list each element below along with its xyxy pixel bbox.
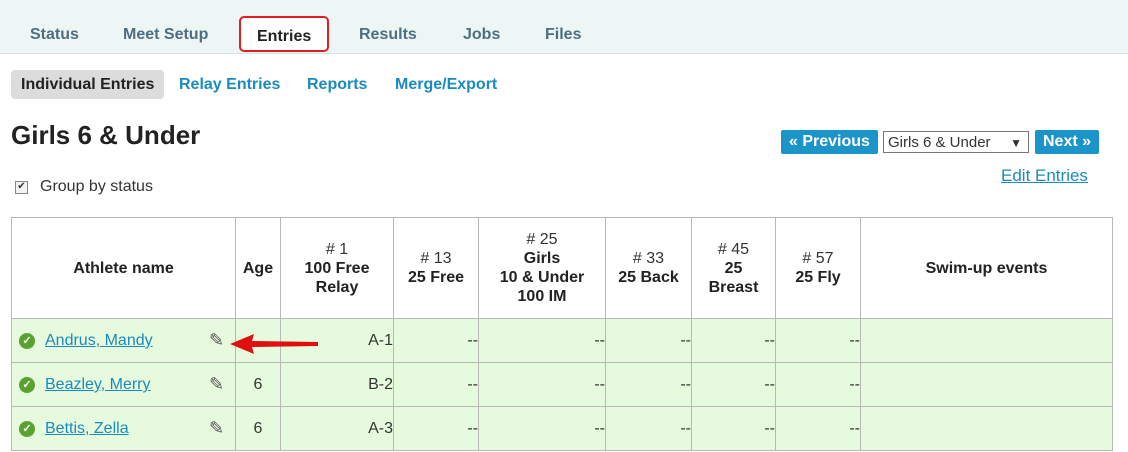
top-nav: Status Meet Setup Entries Results Jobs F… [0,0,1128,54]
event-header: # 1 100 Free Relay [280,217,394,319]
event-name-line: 100 IM [517,288,567,305]
event-header: # 45 25 Breast [691,217,776,319]
athlete-cell: ✓ Bettis, Zella ✎ [11,406,236,451]
tab-status[interactable]: Status [30,26,79,44]
entry-cell-entered[interactable]: -- [605,406,692,451]
swim-up-cell[interactable] [860,362,1113,407]
event-name-line: Breast [708,278,759,296]
check-circle-icon: ✓ [19,421,35,437]
athlete-name-link[interactable]: Andrus, Mandy [45,332,153,350]
swim-up-cell[interactable] [860,318,1113,363]
division-select[interactable]: Girls 6 & Under ▼ [883,131,1029,153]
event-name-line: 25 [724,259,743,277]
athlete-name-header[interactable]: Athlete name [11,217,236,319]
athlete-name-link[interactable]: Beazley, Merry [45,376,151,394]
entry-cell-entered[interactable]: -- [393,362,479,407]
athlete-cell: ✓ Andrus, Mandy ✎ [11,318,236,363]
next-button[interactable]: Next » [1035,130,1100,154]
event-name-line: 10 & Under [499,269,585,286]
event-name-line: Girls [523,250,561,267]
event-number: # 33 [632,250,665,267]
event-header: # 25 Girls 10 & Under 100 IM [478,217,606,319]
event-name-line: 100 Free [304,259,370,277]
check-circle-icon: ✓ [19,377,35,393]
event-number: # 1 [325,240,349,258]
event-header: # 13 25 Free [393,217,479,319]
subtab-individual-entries[interactable]: Individual Entries [11,70,165,99]
tab-results[interactable]: Results [359,26,417,44]
dropdown-arrow-icon: ▼ [1010,136,1022,150]
event-header: # 57 25 Fly [775,217,861,319]
group-by-status-label: Group by status [40,178,153,195]
tab-meet-setup[interactable]: Meet Setup [123,26,208,44]
event-number: # 13 [420,250,452,267]
entry-cell-entered[interactable]: -- [605,318,692,363]
entry-cell-entered[interactable]: -- [393,406,479,451]
pencil-icon[interactable]: ✎ [209,374,224,395]
event-number: # 57 [802,250,834,267]
event-name-line: 25 Fly [795,269,841,286]
group-by-status-checkbox[interactable]: ✔ [15,181,28,194]
previous-button[interactable]: « Previous [781,130,878,154]
tab-jobs[interactable]: Jobs [463,26,500,44]
entry-cell[interactable]: -- [478,406,606,451]
age-header: Age [235,217,281,319]
table-row: ✓ Andrus, Mandy ✎ A-1 -- -- -- -- -- [11,318,1113,363]
event-number: # 25 [526,231,558,248]
entry-cell-entered[interactable]: -- [393,318,479,363]
athlete-name-link[interactable]: Bettis, Zella [45,420,129,438]
entry-cell[interactable]: -- [775,362,861,407]
table-row: ✓ Beazley, Merry ✎ 6 B-2 -- -- -- -- -- [11,362,1113,407]
swim-up-events-header: Swim-up events [860,217,1113,319]
event-header: # 33 25 Back [605,217,692,319]
tab-files[interactable]: Files [545,26,581,44]
header-row: Athlete name Age # 1 100 Free Relay # 13… [11,217,1113,319]
event-name-line: 25 Back [618,269,679,286]
athlete-cell: ✓ Beazley, Merry ✎ [11,362,236,407]
tab-entries[interactable]: Entries [239,16,330,52]
entry-cell[interactable]: -- [691,362,776,407]
event-name-line: Relay [315,278,359,296]
entry-cell-entered[interactable]: -- [605,362,692,407]
division-select-value: Girls 6 & Under [888,134,991,151]
age-cell: 6 [235,406,281,451]
entry-cell[interactable]: -- [478,318,606,363]
entry-cell[interactable]: -- [691,318,776,363]
group-by-status[interactable]: ✔ Group by status [15,178,153,196]
entry-cell[interactable]: -- [478,362,606,407]
entry-cell-entered[interactable]: A-3 [280,406,394,451]
pencil-icon[interactable]: ✎ [209,330,224,351]
event-number: # 45 [717,240,750,258]
pencil-icon[interactable]: ✎ [209,418,224,439]
red-arrow-icon [230,334,318,354]
event-name-line: 25 Free [407,269,465,286]
edit-entries-link[interactable]: Edit Entries [1001,166,1088,186]
page-title: Girls 6 & Under [11,120,201,150]
subtab-merge-export[interactable]: Merge/Export [395,70,497,99]
subtab-reports[interactable]: Reports [307,70,367,99]
swim-up-cell[interactable] [860,406,1113,451]
entry-cell[interactable]: -- [691,406,776,451]
entries-table: Athlete name Age # 1 100 Free Relay # 13… [11,217,1113,451]
subtab-relay-entries[interactable]: Relay Entries [179,70,280,99]
age-cell: 6 [235,362,281,407]
entry-cell-entered[interactable]: B-2 [280,362,394,407]
entry-cell[interactable]: -- [775,318,861,363]
check-circle-icon: ✓ [19,333,35,349]
entry-cell[interactable]: -- [775,406,861,451]
table-row: ✓ Bettis, Zella ✎ 6 A-3 -- -- -- -- -- [11,406,1113,451]
